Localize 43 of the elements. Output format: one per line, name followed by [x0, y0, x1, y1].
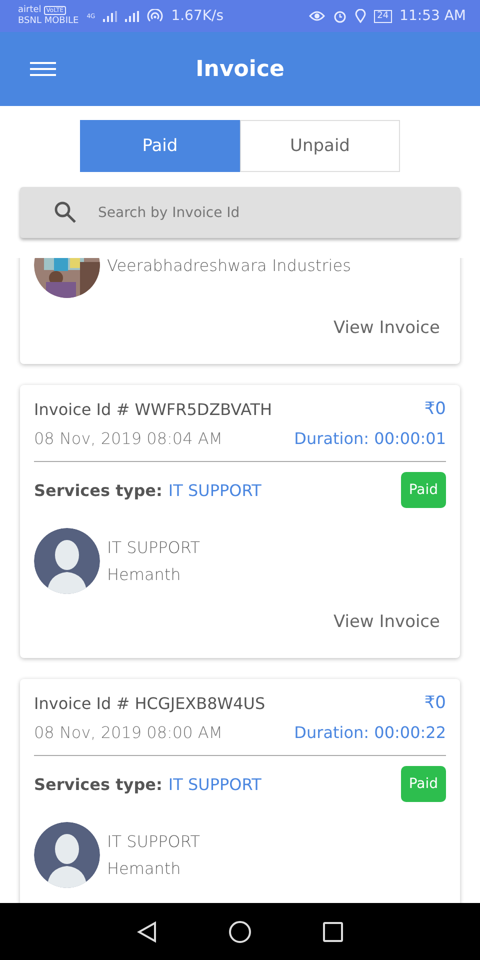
status-badge: Paid: [400, 472, 446, 508]
invoice-date: 08 Nov, 2019 08:00 AM: [34, 723, 223, 742]
customer-line: IT SUPPORT: [107, 832, 200, 851]
customer-line: IT SUPPORT: [107, 538, 200, 557]
customer-line: Veerabhadreshwara Industries: [107, 258, 351, 274]
eye-icon: [309, 10, 326, 22]
service-type: IT SUPPORT: [168, 774, 262, 794]
customer-name: Hemanth: [107, 859, 182, 878]
avatar-icon: [34, 822, 100, 888]
customer-name: Hemanth: [107, 565, 182, 584]
search-icon: [54, 201, 76, 223]
alarm-icon: [333, 9, 348, 23]
network-speed: 1.67K/s: [171, 8, 224, 24]
signal-icon: [125, 10, 140, 22]
carrier-name: BSNL MOBILE: [18, 16, 79, 27]
avatar-icon: [34, 528, 100, 594]
clock: 11:53 AM: [400, 8, 466, 24]
app-title: Invoice: [196, 56, 284, 82]
services-label: Services type:: [34, 774, 162, 794]
view-invoice-link[interactable]: View Invoice: [333, 318, 440, 338]
invoice-amount: ₹0: [424, 399, 446, 419]
status-badge: Paid: [400, 766, 446, 802]
recents-button[interactable]: [323, 922, 343, 942]
search-field[interactable]: Search by Invoice Id: [20, 187, 460, 238]
invoice-duration: Duration: 00:00:01: [294, 429, 446, 448]
filter-tab[interactable]: Unpaid: [240, 120, 400, 172]
home-button[interactable]: [229, 920, 251, 942]
invoice-id: Invoice Id # HCGJEXB8W4US: [34, 694, 266, 712]
back-button[interactable]: [137, 920, 157, 942]
signal-icon: [103, 10, 118, 22]
menu-button[interactable]: [30, 61, 56, 77]
invoice-duration: Duration: 00:00:22: [294, 723, 446, 742]
invoice-amount: ₹0: [424, 693, 446, 713]
battery-level: 24: [374, 10, 392, 22]
carrier-name: airtel: [18, 5, 42, 16]
view-invoice-link[interactable]: View Invoice: [333, 612, 440, 632]
invoice-date: 08 Nov, 2019 08:04 AM: [34, 429, 223, 448]
location-icon: [355, 9, 366, 23]
service-type: IT SUPPORT: [168, 480, 262, 500]
invoice-id: Invoice Id # WWFR5DZBVATH: [34, 400, 272, 418]
services-label: Services type:: [34, 480, 162, 500]
hotspot-icon: [147, 9, 164, 23]
filter-tab[interactable]: Paid: [80, 120, 240, 172]
